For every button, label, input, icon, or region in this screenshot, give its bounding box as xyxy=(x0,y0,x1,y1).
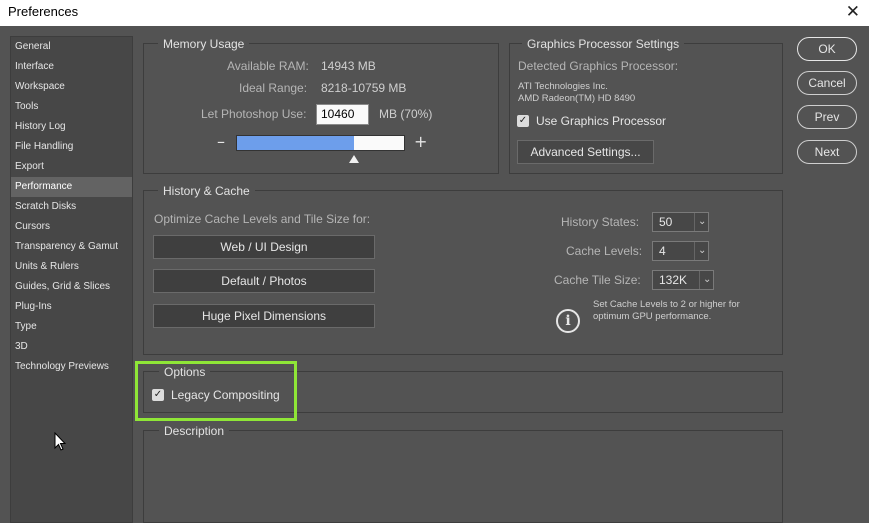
memory-slider-thumb[interactable] xyxy=(348,155,359,163)
sidebar-item-guides-grid-slices[interactable]: Guides, Grid & Slices xyxy=(11,277,132,297)
gpu-vendor: ATI Technologies Inc. xyxy=(518,81,608,92)
sidebar-item-workspace[interactable]: Workspace xyxy=(11,77,132,97)
gpu-hint-line1: Set Cache Levels to 2 or higher for xyxy=(593,299,740,310)
ideal-range-label: Ideal Range: xyxy=(239,81,308,95)
chevron-down-icon: ⌄ xyxy=(694,213,706,231)
history-cache-title: History & Cache xyxy=(158,184,255,198)
huge-pixel-dimensions-button[interactable]: Huge Pixel Dimensions xyxy=(153,304,375,328)
sidebar-item-cursors[interactable]: Cursors xyxy=(11,217,132,237)
web-ui-design-button[interactable]: Web / UI Design xyxy=(153,235,375,259)
sidebar-item-transparency-gamut[interactable]: Transparency & Gamut xyxy=(11,237,132,257)
sidebar-item-interface[interactable]: Interface xyxy=(11,57,132,77)
use-gpu-label: Use Graphics Processor xyxy=(536,114,667,128)
memory-slider[interactable] xyxy=(236,135,405,151)
sidebar-item-type[interactable]: Type xyxy=(11,317,132,337)
sidebar-item-file-handling[interactable]: File Handling xyxy=(11,137,132,157)
cache-tile-size-label: Cache Tile Size: xyxy=(554,273,641,287)
sidebar-item-units-rulers[interactable]: Units & Rulers xyxy=(11,257,132,277)
gpu-settings-title: Graphics Processor Settings xyxy=(522,37,685,51)
available-ram-label: Available RAM: xyxy=(227,59,309,73)
info-icon: i xyxy=(556,309,580,333)
chevron-down-icon: ⌄ xyxy=(699,271,711,289)
sidebar-item-3d[interactable]: 3D xyxy=(11,337,132,357)
history-states-label: History States: xyxy=(561,215,640,229)
advanced-settings-button[interactable]: Advanced Settings... xyxy=(517,140,654,164)
ideal-range-value: 8218-10759 MB xyxy=(321,81,407,95)
photoshop-use-unit: MB (70%) xyxy=(379,107,433,121)
window-title: Preferences xyxy=(8,4,79,19)
close-icon[interactable]: ✕ xyxy=(846,2,860,22)
available-ram-value: 14943 MB xyxy=(321,59,376,73)
mouse-cursor-icon xyxy=(54,432,67,451)
sidebar-item-history-log[interactable]: History Log xyxy=(11,117,132,137)
use-gpu-checkbox[interactable]: ✓ xyxy=(517,115,529,127)
photoshop-use-label: Let Photoshop Use: xyxy=(201,107,307,121)
preferences-sidebar: General Interface Workspace Tools History Lo… xyxy=(10,36,133,523)
cache-tile-size-value: 132K xyxy=(659,273,688,287)
prev-button[interactable]: Prev xyxy=(797,105,857,129)
legacy-compositing-checkbox[interactable]: ✓ xyxy=(152,389,164,401)
decrease-memory-button[interactable]: – xyxy=(217,132,225,151)
gpu-hint-line2: optimum GPU performance. xyxy=(593,311,712,322)
sidebar-item-scratch-disks[interactable]: Scratch Disks xyxy=(11,197,132,217)
history-states-select[interactable]: 50 ⌄ xyxy=(652,212,709,232)
legacy-compositing-label: Legacy Compositing xyxy=(171,388,280,402)
ok-button[interactable]: OK xyxy=(797,37,857,61)
chevron-down-icon: ⌄ xyxy=(694,242,706,260)
next-button[interactable]: Next xyxy=(797,140,857,164)
optimize-label: Optimize Cache Levels and Tile Size for: xyxy=(154,212,371,226)
sidebar-item-plug-ins[interactable]: Plug-Ins xyxy=(11,297,132,317)
cancel-button[interactable]: Cancel xyxy=(797,71,857,95)
sidebar-item-performance[interactable]: Performance xyxy=(11,177,132,197)
description-title: Description xyxy=(159,424,230,438)
cache-levels-value: 4 xyxy=(659,244,666,258)
description-group xyxy=(143,430,783,523)
memory-usage-title: Memory Usage xyxy=(158,37,250,51)
gpu-model: AMD Radeon(TM) HD 8490 xyxy=(518,93,636,104)
cache-levels-select[interactable]: 4 ⌄ xyxy=(652,241,709,261)
memory-slider-fill xyxy=(237,136,354,150)
sidebar-item-technology-previews[interactable]: Technology Previews xyxy=(11,357,132,377)
cache-levels-label: Cache Levels: xyxy=(566,244,643,258)
cache-tile-size-select[interactable]: 132K ⌄ xyxy=(652,270,714,290)
photoshop-use-input[interactable]: 10460 xyxy=(316,104,369,125)
options-title: Options xyxy=(159,365,211,379)
title-bar: Preferences ✕ xyxy=(0,0,869,26)
sidebar-item-tools[interactable]: Tools xyxy=(11,97,132,117)
default-photos-button[interactable]: Default / Photos xyxy=(153,269,375,293)
sidebar-item-general[interactable]: General xyxy=(11,37,132,57)
history-states-value: 50 xyxy=(659,215,673,229)
increase-memory-button[interactable]: + xyxy=(414,132,427,151)
detected-gpu-label: Detected Graphics Processor: xyxy=(518,59,679,73)
sidebar-item-export[interactable]: Export xyxy=(11,157,132,177)
